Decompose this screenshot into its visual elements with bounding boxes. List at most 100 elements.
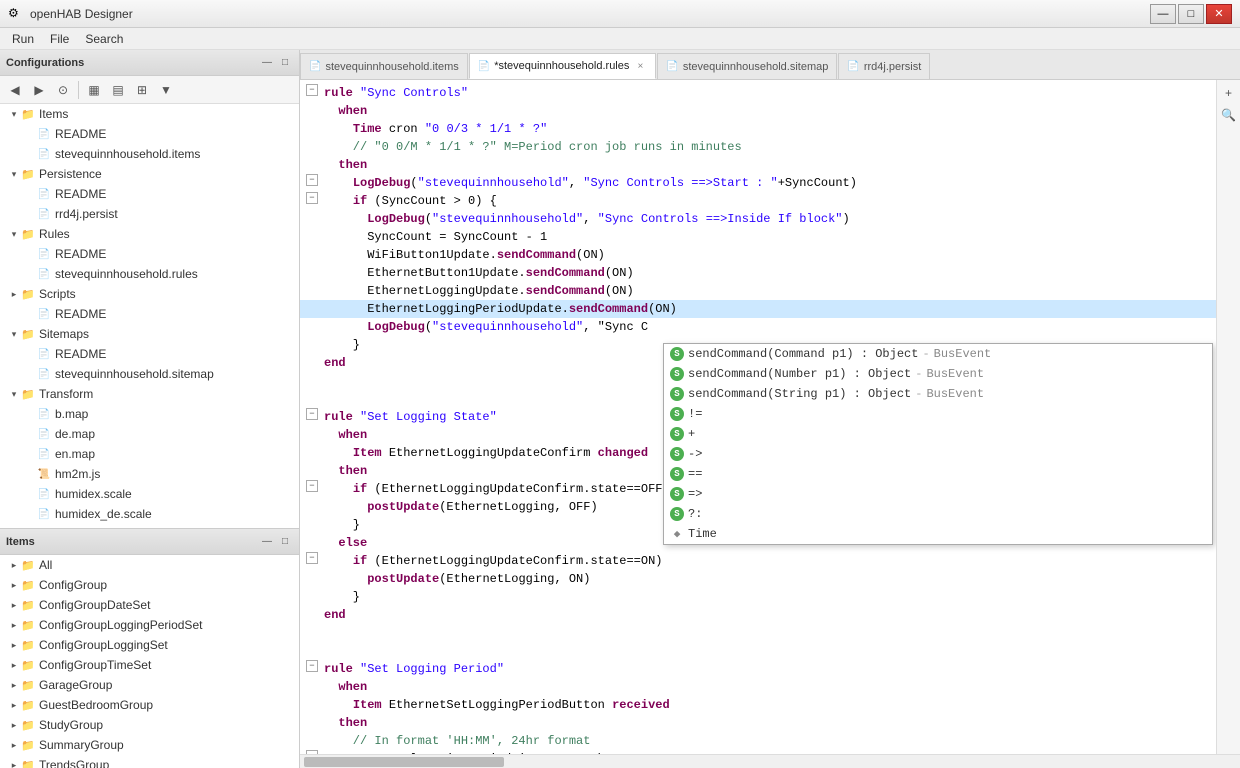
items-tree-item-summarygroup[interactable]: ▸📁SummaryGroup — [0, 735, 299, 755]
items-tree-expand-icon[interactable]: ▸ — [8, 739, 20, 751]
tree-item-sitemaps-readme[interactable]: 📄README — [0, 344, 299, 364]
zoom-in-icon[interactable]: + — [1220, 84, 1238, 102]
items-tree-expand-icon[interactable]: ▸ — [8, 639, 20, 651]
items-tree-item-configgrouptimeset[interactable]: ▸📁ConfigGroupTimeSet — [0, 655, 299, 675]
items-panel-minimize[interactable]: — — [259, 534, 275, 550]
autocomplete-item[interactable]: S== — [664, 464, 1212, 484]
tree-item-scripts-folder[interactable]: ▸📁Scripts — [0, 284, 299, 304]
tree-expand-icon[interactable]: ▾ — [8, 328, 20, 340]
tree-item-transform-en[interactable]: 📄en.map — [0, 444, 299, 464]
tab-sitemap-tab[interactable]: 📄stevequinnhousehold.sitemap — [657, 53, 837, 79]
panel-minimize-button[interactable]: — — [259, 55, 275, 71]
tree-item-transform-hm2m[interactable]: 📜hm2m.js — [0, 464, 299, 484]
autocomplete-item[interactable]: ◆Time — [664, 524, 1212, 544]
code-gutter: − — [300, 408, 324, 420]
toolbar-dropdown-button[interactable]: ▼ — [155, 79, 177, 101]
tree-item-items-file[interactable]: 📄stevequinnhousehold.items — [0, 144, 299, 164]
tree-item-items-readme[interactable]: 📄README — [0, 124, 299, 144]
close-button[interactable]: ✕ — [1206, 4, 1232, 24]
tree-item-persistence-readme[interactable]: 📄README — [0, 184, 299, 204]
autocomplete-item[interactable]: S?: — [664, 504, 1212, 524]
editor-hscroll[interactable] — [300, 754, 1240, 768]
items-tree-expand-icon[interactable]: ▸ — [8, 699, 20, 711]
toolbar-add-button[interactable]: ⊞ — [131, 79, 153, 101]
items-tree-item-garagegroup[interactable]: ▸📁GarageGroup — [0, 675, 299, 695]
autocomplete-item[interactable]: S+ — [664, 424, 1212, 444]
fold-button[interactable]: − — [306, 192, 318, 204]
tree-item-scripts-readme[interactable]: 📄README — [0, 304, 299, 324]
tree-item-transform-de[interactable]: 📄de.map — [0, 424, 299, 444]
items-tree-expand-icon[interactable]: ▸ — [8, 659, 20, 671]
items-tree-item-studygroup[interactable]: ▸📁StudyGroup — [0, 715, 299, 735]
tree-item-persistence-file[interactable]: 📄rrd4j.persist — [0, 204, 299, 224]
tree-item-rules-folder[interactable]: ▾📁Rules — [0, 224, 299, 244]
tree-item-transform-humidex-de[interactable]: 📄humidex_de.scale — [0, 504, 299, 524]
tree-expand-icon[interactable]: ▾ — [8, 228, 20, 240]
fold-button[interactable]: − — [306, 174, 318, 186]
tab-rules-tab[interactable]: 📄*stevequinnhousehold.rules× — [469, 53, 657, 79]
tree-expand-icon[interactable]: ▾ — [8, 388, 20, 400]
fold-button[interactable]: − — [306, 84, 318, 96]
items-panel-maximize[interactable]: □ — [277, 534, 293, 550]
items-tree-item-configgrouploggingperiodset[interactable]: ▸📁ConfigGroupLoggingPeriodSet — [0, 615, 299, 635]
minimize-button[interactable]: — — [1150, 4, 1176, 24]
fold-button[interactable]: − — [306, 408, 318, 420]
hscroll-thumb[interactable] — [304, 757, 504, 767]
autocomplete-item[interactable]: S!= — [664, 404, 1212, 424]
menu-search[interactable]: Search — [77, 30, 131, 48]
toolbar-list-button[interactable]: ▤ — [107, 79, 129, 101]
items-tree-expand-icon[interactable]: ▸ — [8, 719, 20, 731]
items-tree-expand-icon[interactable]: ▸ — [8, 679, 20, 691]
items-tree-item-configgrouploggingset[interactable]: ▸📁ConfigGroupLoggingSet — [0, 635, 299, 655]
toolbar-back-button[interactable]: ◀ — [4, 79, 26, 101]
items-tree-item-trendsgroup[interactable]: ▸📁TrendsGroup — [0, 755, 299, 768]
items-tree-expand-icon[interactable]: ▸ — [8, 759, 20, 768]
tree-item-transform-b[interactable]: 📄b.map — [0, 404, 299, 424]
fold-button[interactable]: − — [306, 660, 318, 672]
tree-item-transform-humidex[interactable]: 📄humidex.scale — [0, 484, 299, 504]
autocomplete-item[interactable]: S-> — [664, 444, 1212, 464]
zoom-out-icon[interactable]: 🔍 — [1220, 106, 1238, 124]
fold-button[interactable]: − — [306, 750, 318, 754]
tree-item-rules-file[interactable]: 📄stevequinnhousehold.rules — [0, 264, 299, 284]
items-tree-item-all[interactable]: ▸📁All — [0, 555, 299, 575]
toolbar-view-button[interactable]: ▦ — [83, 79, 105, 101]
items-tree-item-configgroup[interactable]: ▸📁ConfigGroup — [0, 575, 299, 595]
ac-item-type: BusEvent — [934, 347, 992, 361]
menu-file[interactable]: File — [42, 30, 77, 48]
tree-item-rules-readme[interactable]: 📄README — [0, 244, 299, 264]
tree-item-sitemaps-folder[interactable]: ▾📁Sitemaps — [0, 324, 299, 344]
panel-maximize-button[interactable]: □ — [277, 55, 293, 71]
items-tree-item-guestbedroomgroup[interactable]: ▸📁GuestBedroomGroup — [0, 695, 299, 715]
tab-persist-tab[interactable]: 📄rrd4j.persist — [838, 53, 930, 79]
ac-item-text: -> — [688, 447, 702, 461]
items-panel: Items — □ ▸📁All▸📁ConfigGroup▸📁ConfigGrou… — [0, 528, 299, 768]
fold-button[interactable]: − — [306, 480, 318, 492]
tree-item-persistence-folder[interactable]: ▾📁Persistence — [0, 164, 299, 184]
items-tree-expand-icon[interactable]: ▸ — [8, 599, 20, 611]
items-tree-expand-icon[interactable]: ▸ — [8, 559, 20, 571]
maximize-button[interactable]: □ — [1178, 4, 1204, 24]
tree-item-sitemaps-file[interactable]: 📄stevequinnhousehold.sitemap — [0, 364, 299, 384]
toolbar-forward-button[interactable]: ▶ — [28, 79, 50, 101]
tree-expand-icon[interactable]: ▾ — [8, 108, 20, 120]
tree-item-items-folder[interactable]: ▾📁Items — [0, 104, 299, 124]
fold-button[interactable]: − — [306, 552, 318, 564]
tree-item-label: humidex.scale — [55, 487, 132, 501]
menu-run[interactable]: Run — [4, 30, 42, 48]
tab-items-tab[interactable]: 📄stevequinnhousehold.items — [300, 53, 468, 79]
items-tree-expand-icon[interactable]: ▸ — [8, 579, 20, 591]
items-tree-expand-icon[interactable]: ▸ — [8, 619, 20, 631]
toolbar-home-button[interactable]: ⊙ — [52, 79, 74, 101]
autocomplete-item[interactable]: SsendCommand(Command p1) : Object - BusE… — [664, 344, 1212, 364]
autocomplete-item[interactable]: SsendCommand(String p1) : Object - BusEv… — [664, 384, 1212, 404]
tree-item-transform-folder[interactable]: ▾📁Transform — [0, 384, 299, 404]
autocomplete-item[interactable]: S=> — [664, 484, 1212, 504]
tab-file-icon: 📄 — [478, 61, 490, 72]
tree-expand-icon[interactable]: ▸ — [8, 288, 20, 300]
items-tree-item-configgroupdateset[interactable]: ▸📁ConfigGroupDateSet — [0, 595, 299, 615]
autocomplete-item[interactable]: SsendCommand(Number p1) : Object - BusEv… — [664, 364, 1212, 384]
tab-close-button[interactable]: × — [633, 59, 647, 73]
tree-expand-icon[interactable]: ▾ — [8, 168, 20, 180]
editor-content[interactable]: −rule "Sync Controls" when Time cron "0 … — [300, 80, 1216, 754]
